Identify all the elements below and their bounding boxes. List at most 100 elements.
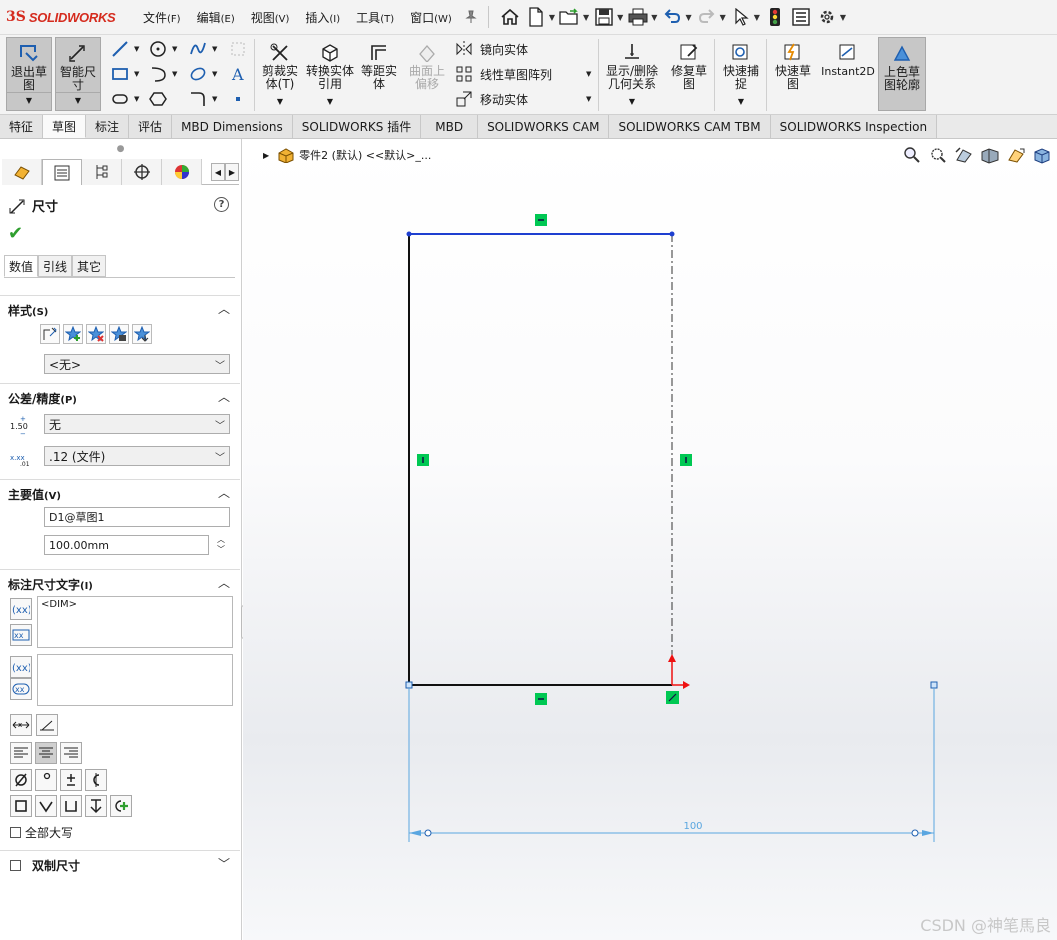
scroll-left-icon[interactable]: ◀: [211, 163, 225, 181]
circle-dropdown-icon[interactable]: ▼: [172, 45, 177, 53]
redo-dropdown-icon[interactable]: ▼: [720, 13, 726, 22]
subtab-value[interactable]: 数值: [4, 255, 39, 277]
center-dimension-icon[interactable]: xx: [10, 624, 32, 646]
dimension-value-field[interactable]: 100.00mm: [44, 535, 209, 555]
countersink-symbol-icon[interactable]: [35, 795, 57, 817]
dual-dimension-checkbox[interactable]: [10, 860, 21, 871]
collapse-chevron-icon[interactable]: ︿: [218, 574, 230, 591]
spin-up-icon[interactable]: ︿: [214, 535, 228, 545]
solidworks-logo[interactable]: 3S SOLIDWORKS: [0, 9, 135, 25]
vertical-relation-icon[interactable]: [680, 454, 692, 466]
ok-check-icon[interactable]: ✔: [8, 223, 23, 244]
undo-icon[interactable]: [661, 6, 683, 28]
panel-grip[interactable]: ●: [0, 139, 241, 159]
scroll-right-icon[interactable]: ▶: [225, 163, 239, 181]
exit-sketch-dropdown-icon[interactable]: ▼: [7, 92, 51, 108]
counterbore-symbol-icon[interactable]: [60, 795, 82, 817]
relations-dropdown-icon[interactable]: ▼: [602, 93, 662, 109]
sketch-point[interactable]: [669, 231, 675, 237]
load-style-icon[interactable]: [132, 324, 152, 344]
horizontal-relation-icon[interactable]: [535, 214, 547, 226]
primary-value-header[interactable]: 主要值(V): [8, 486, 61, 503]
arrow-flip-handle[interactable]: [424, 829, 432, 837]
select-arrow-icon[interactable]: [730, 6, 752, 28]
slot-dropdown-icon[interactable]: ▼: [134, 95, 139, 103]
display-relations-button[interactable]: 显示/删除几何关系 ▼: [602, 37, 662, 111]
add-parentheses-below-icon[interactable]: (xx): [10, 656, 32, 678]
more-symbols-icon[interactable]: [110, 795, 132, 817]
convert-entities-button[interactable]: 转换实体引用 ▼: [306, 37, 354, 111]
style-dropdown[interactable]: <无> ﹀: [44, 354, 230, 374]
trim-entities-button[interactable]: 剪裁实体(T) ▼: [257, 37, 303, 111]
save-icon[interactable]: [593, 6, 615, 28]
trim-dropdown-icon[interactable]: ▼: [257, 93, 303, 109]
add-style-icon[interactable]: [63, 324, 83, 344]
point-icon[interactable]: [228, 89, 248, 109]
align-right-icon[interactable]: [60, 742, 82, 764]
vertical-relation-icon[interactable]: [417, 454, 429, 466]
quick-snaps-button[interactable]: 快速捕捉 ▼: [718, 37, 764, 111]
tab-markup[interactable]: 标注: [86, 115, 130, 138]
print-dropdown-icon[interactable]: ▼: [651, 13, 657, 22]
home-icon[interactable]: [499, 6, 521, 28]
tab-solidworks-cam-tbm[interactable]: SOLIDWORKS CAM TBM: [609, 115, 771, 138]
dimension-name-field[interactable]: D1@草图1: [44, 507, 230, 527]
tab-solidworks-inspection[interactable]: SOLIDWORKS Inspection: [770, 115, 938, 138]
tab-evaluate[interactable]: 评估: [129, 115, 173, 138]
fixed-relation-icon[interactable]: [666, 691, 679, 704]
arc-dropdown-icon[interactable]: ▼: [172, 70, 177, 78]
align-left-icon[interactable]: [10, 742, 32, 764]
configuration-manager-tab[interactable]: [82, 159, 122, 185]
angled-text-icon[interactable]: [36, 714, 58, 736]
sketch-grid-icon[interactable]: [228, 39, 248, 59]
menu-tools[interactable]: 工具(T): [348, 9, 402, 26]
pin-icon[interactable]: [460, 6, 482, 28]
dimxpert-manager-tab[interactable]: [122, 159, 162, 185]
line-dropdown-icon[interactable]: ▼: [134, 45, 139, 53]
value-spinner[interactable]: ︿ ﹀: [214, 535, 228, 557]
options-gear-icon[interactable]: [816, 6, 838, 28]
new-document-icon[interactable]: [525, 6, 547, 28]
tab-sketch[interactable]: 草图: [43, 115, 87, 138]
circle-icon[interactable]: [148, 39, 168, 59]
smart-dimension-button[interactable]: 智能尺寸 ▼: [55, 37, 101, 111]
dual-dimension-header[interactable]: 双制尺寸: [32, 857, 80, 874]
rebuild-traffic-light-icon[interactable]: [764, 6, 786, 28]
polygon-icon[interactable]: [148, 89, 168, 109]
linear-pattern-button[interactable]: 线性草图阵列: [454, 64, 552, 84]
spline-icon[interactable]: [188, 39, 208, 59]
smart-dimension-dropdown-icon[interactable]: ▼: [56, 92, 100, 108]
apply-default-style-icon[interactable]: [40, 324, 60, 344]
arc-icon[interactable]: [148, 64, 168, 84]
dimension-text-above-field[interactable]: <DIM>: [37, 596, 233, 648]
offset-on-surface-button[interactable]: 曲面上偏移: [404, 37, 450, 111]
tab-solidworks-cam[interactable]: SOLIDWORKS CAM: [478, 115, 610, 138]
property-manager-tab[interactable]: [42, 159, 82, 185]
menu-view[interactable]: 视图(V): [243, 9, 298, 26]
sketch-point[interactable]: [406, 231, 412, 237]
slot-icon[interactable]: [110, 89, 130, 109]
dimension-handle[interactable]: [930, 681, 938, 689]
graphics-area[interactable]: ▶ 零件2 (默认) <<默认>_... 100 CSDN @神笔馬良: [243, 139, 1057, 940]
dimension-text-header[interactable]: 标注尺寸文字(I): [8, 576, 93, 593]
collapse-chevron-icon[interactable]: ︿: [218, 300, 230, 317]
all-caps-checkbox[interactable]: [10, 827, 21, 838]
pattern-dropdown-icon[interactable]: ▼: [586, 70, 591, 78]
undo-dropdown-icon[interactable]: ▼: [685, 13, 691, 22]
instant2d-button[interactable]: Instant2D: [820, 37, 876, 111]
align-center-icon[interactable]: [35, 742, 57, 764]
mirror-entities-button[interactable]: 镜向实体: [454, 39, 528, 59]
collapse-chevron-icon[interactable]: ︿: [218, 484, 230, 501]
display-manager-tab[interactable]: [162, 159, 202, 185]
tab-solidworks-addins[interactable]: SOLIDWORKS 插件: [292, 115, 422, 138]
repair-sketch-button[interactable]: 修复草图: [666, 37, 712, 111]
spin-down-icon[interactable]: ﹀: [214, 545, 228, 555]
tolerance-type-dropdown[interactable]: 无 ﹀: [44, 414, 230, 434]
shaded-sketch-contours-button[interactable]: 上色草图轮廓: [878, 37, 926, 111]
open-folder-icon[interactable]: [559, 6, 581, 28]
arrow-flip-handle[interactable]: [911, 829, 919, 837]
move-dropdown-icon[interactable]: ▼: [586, 95, 591, 103]
subtab-leaders[interactable]: 引线: [38, 255, 73, 277]
dimension-value-label[interactable]: 100: [683, 821, 702, 832]
fillet-icon[interactable]: [188, 89, 208, 109]
